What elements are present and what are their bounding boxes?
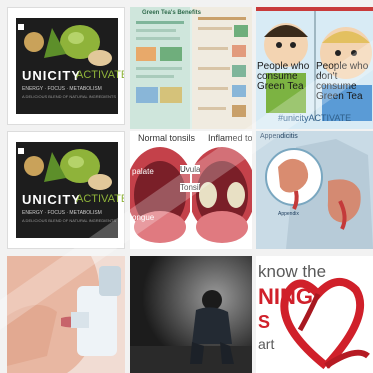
- image-results-grid: UNICITY ACTIVATE ENERGY · FOCUS · METABO…: [0, 0, 373, 373]
- image-thumbnail-green-tea-cartoon[interactable]: People who consume Green Tea People who …: [256, 7, 373, 129]
- fineprint: A DELICIOUS BLEND OF NATURAL INGREDIENTS: [22, 218, 117, 223]
- image-thumbnail-unicity-activate-1[interactable]: UNICITY ACTIVATE ENERGY · FOCUS · METABO…: [7, 7, 125, 125]
- product-box-graphic: [16, 18, 118, 114]
- headline-line-4: art: [258, 336, 275, 352]
- brand-prefix: UNICITY: [22, 68, 81, 83]
- image-thumbnail-depression[interactable]: [130, 256, 252, 373]
- image-thumbnail-heart-ribbon[interactable]: know the NING S art: [256, 256, 373, 373]
- product-box-graphic: [16, 142, 118, 238]
- headline-line-3: S: [258, 312, 271, 332]
- label-tonsil: Tonsil: [180, 183, 201, 192]
- label-inflamed-tonsils: Inflamed to: [208, 133, 252, 143]
- hashtag: #unicityACTIVATE: [278, 113, 352, 123]
- infographic-graphic: [130, 7, 252, 129]
- tagline: ENERGY · FOCUS · METABOLISM: [22, 86, 102, 92]
- headline-line-1: know the: [258, 262, 327, 281]
- bubble-left: People who consume Green Tea: [257, 61, 310, 92]
- fineprint: A DELICIOUS BLEND OF NATURAL INGREDIENTS: [22, 94, 117, 99]
- brand-prefix: UNICITY: [22, 192, 81, 207]
- infographic-heading: Green Tea's Benefits: [142, 10, 202, 16]
- label-tongue: ongue: [132, 213, 155, 222]
- tagline: ENERGY · FOCUS · METABOLISM: [22, 210, 102, 216]
- image-thumbnail-green-tea-infographic[interactable]: Green Tea's Benefits: [130, 7, 252, 129]
- label-appendix: Appendix: [278, 211, 299, 217]
- label-palate: palate: [132, 167, 154, 176]
- brand-suffix: ACTIVATE: [76, 193, 125, 205]
- image-thumbnail-appendicitis-diagram[interactable]: Appendicitis Appendix: [256, 131, 373, 249]
- depression-photo-graphic: [130, 256, 252, 373]
- image-thumbnail-tonsils-diagram[interactable]: Normal tonsils Inflamed to palate Uvula …: [130, 131, 252, 249]
- label-normal-tonsils: Normal tonsils: [138, 133, 196, 143]
- appendicitis-graphic: [265, 139, 373, 249]
- label-uvula: Uvula: [180, 165, 201, 174]
- brand-suffix: ACTIVATE: [76, 69, 125, 81]
- bubble-right: People who don't consume Green Tea: [316, 61, 369, 102]
- inhaler-photo-graphic: [7, 256, 125, 373]
- headline-line-2: NING: [258, 284, 313, 309]
- image-thumbnail-inhaler[interactable]: [7, 256, 125, 373]
- appendicitis-title: Appendicitis: [260, 133, 298, 140]
- image-thumbnail-unicity-activate-2[interactable]: UNICITY ACTIVATE ENERGY · FOCUS · METABO…: [7, 131, 125, 249]
